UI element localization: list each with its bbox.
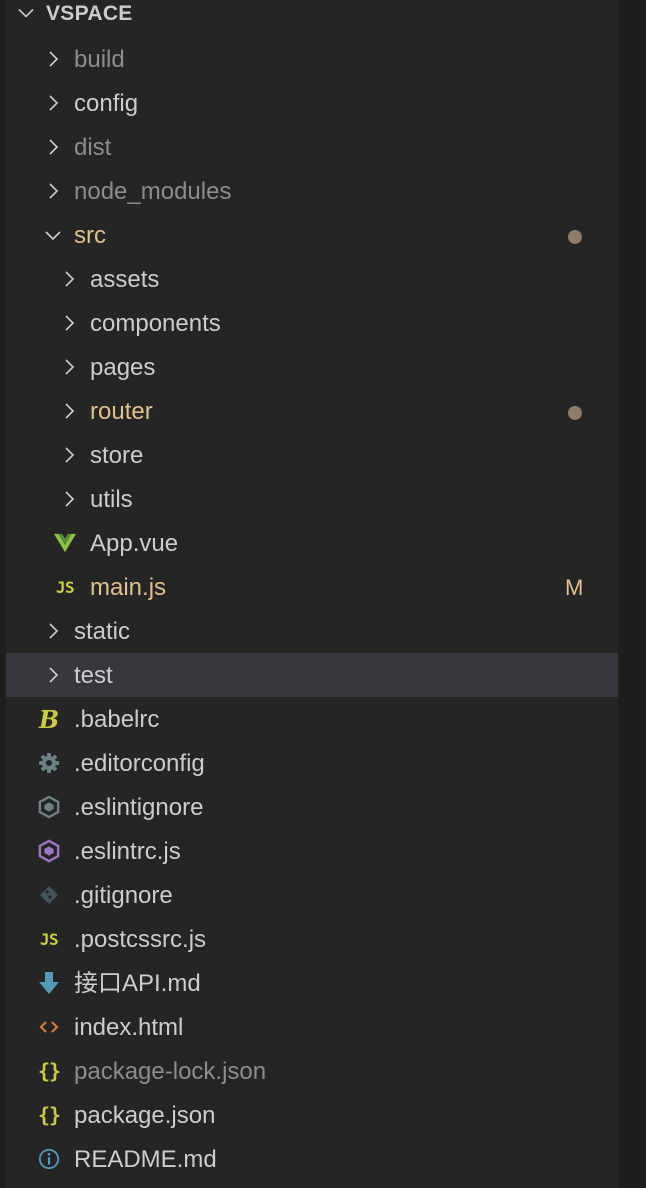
info-icon <box>38 1148 60 1170</box>
file-package-lock-json[interactable]: {} package-lock.json <box>6 1049 618 1093</box>
tree-item-label: .editorconfig <box>74 750 205 777</box>
folder-assets[interactable]: assets <box>6 257 618 301</box>
tree-item-label: .eslintignore <box>74 794 204 821</box>
folder-utils[interactable]: utils <box>6 477 618 521</box>
eslint-gray-icon <box>38 795 60 819</box>
tree-item-label: static <box>74 618 131 645</box>
modified-dot-indicator <box>568 230 582 244</box>
chevron-right-icon[interactable] <box>42 136 64 158</box>
chevron-right-icon[interactable] <box>42 620 64 642</box>
eslint-icon <box>38 839 60 863</box>
chevron-right-icon[interactable] <box>42 664 64 686</box>
workspace-header[interactable]: VSPACE <box>6 0 618 28</box>
tree-item-label: router <box>90 398 153 425</box>
tree-item-label: package-lock.json <box>74 1058 267 1085</box>
tree-item-label: config <box>74 90 139 117</box>
folder-test[interactable]: test <box>6 653 618 697</box>
tree-item-label: .gitignore <box>74 882 173 909</box>
folder-components[interactable]: components <box>6 301 618 345</box>
tree-item-label: 接口API.md <box>74 970 201 997</box>
tree-item-label: README.md <box>74 1146 217 1173</box>
tree-item-label: src <box>74 222 106 249</box>
tree-item-label: package.json <box>74 1102 216 1129</box>
file-app-vue[interactable]: App.vue <box>6 521 618 565</box>
tree-item-label: test <box>74 662 113 689</box>
folder-src[interactable]: src <box>6 213 618 257</box>
tree-item-label: store <box>90 442 144 469</box>
chevron-right-icon[interactable] <box>42 180 64 202</box>
markdown-download-icon <box>38 972 60 994</box>
json-icon: {} <box>37 1059 61 1083</box>
file-package-json[interactable]: {} package.json <box>6 1093 618 1137</box>
file-explorer: VSPACE build config dist node_modulessrc ass… <box>6 0 618 1188</box>
folder-store[interactable]: store <box>6 433 618 477</box>
file-eslintignore[interactable]: .eslintignore <box>6 785 618 829</box>
file-gitignore[interactable]: .gitignore <box>6 873 618 917</box>
tree-item-label: dist <box>74 134 112 161</box>
tree-item-label: node_modules <box>74 178 232 205</box>
editor-edge-right <box>618 0 646 1188</box>
chevron-right-icon[interactable] <box>42 48 64 70</box>
chevron-right-icon[interactable] <box>58 312 80 334</box>
chevron-right-icon[interactable] <box>58 444 80 466</box>
chevron-right-icon[interactable] <box>58 356 80 378</box>
file-main-js[interactable]: JS main.js M <box>6 565 618 609</box>
tree-item-label: build <box>74 46 125 73</box>
js-icon: JS <box>55 577 75 597</box>
babel-icon: B <box>38 704 60 734</box>
git-icon <box>38 884 60 906</box>
folder-build[interactable]: build <box>6 37 618 81</box>
gear-icon <box>38 752 60 774</box>
folder-static[interactable]: static <box>6 609 618 653</box>
tree-item-label: .babelrc <box>74 706 160 733</box>
file-editorconfig[interactable]: .editorconfig <box>6 741 618 785</box>
tree-item-label: .postcssrc.js <box>74 926 207 953</box>
chevron-right-icon[interactable] <box>58 400 80 422</box>
chevron-right-icon[interactable] <box>42 92 64 114</box>
file-readme-md[interactable]: README.md <box>6 1137 618 1181</box>
file-api-md[interactable]: 接口API.md <box>6 961 618 1005</box>
folder-dist[interactable]: dist <box>6 125 618 169</box>
modified-dot-indicator <box>568 406 582 420</box>
tree-item-label: assets <box>90 266 160 293</box>
json-icon: {} <box>37 1103 61 1127</box>
chevron-right-icon[interactable] <box>58 268 80 290</box>
folder-node-modules[interactable]: node_modules <box>6 169 618 213</box>
file-babelrc[interactable]: B .babelrc <box>6 697 618 741</box>
file-index-html[interactable]: index.html <box>6 1005 618 1049</box>
folder-config[interactable]: config <box>6 81 618 125</box>
tree-item-label: index.html <box>74 1014 184 1041</box>
file-eslintrc-js[interactable]: .eslintrc.js <box>6 829 618 873</box>
file-postcssrc-js[interactable]: JS .postcssrc.js <box>6 917 618 961</box>
tree-item-label: pages <box>90 354 156 381</box>
tree-item-label: .eslintrc.js <box>74 838 181 865</box>
js-icon: JS <box>39 929 59 949</box>
folder-pages[interactable]: pages <box>6 345 618 389</box>
workspace-title: VSPACE <box>46 2 133 25</box>
tree-item-label: components <box>90 310 221 337</box>
chevron-down-icon[interactable] <box>42 224 64 246</box>
git-status-badge: M <box>565 575 584 600</box>
tree-item-label: utils <box>90 486 133 513</box>
chevron-right-icon[interactable] <box>58 488 80 510</box>
tree-item-label: App.vue <box>90 530 179 557</box>
folder-router[interactable]: router <box>6 389 618 433</box>
html-icon <box>38 1016 60 1038</box>
chevron-down-icon <box>16 3 36 23</box>
vue-icon <box>54 532 76 554</box>
tree-item-label: main.js <box>90 574 167 601</box>
